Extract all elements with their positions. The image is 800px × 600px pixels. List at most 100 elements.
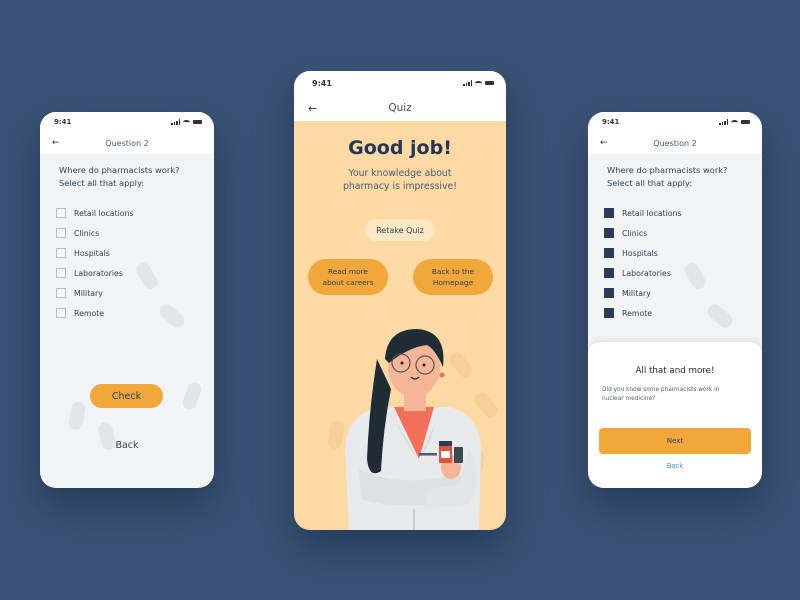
question-text: Where do pharmacists work? Select all th…	[40, 154, 214, 189]
status-bar: 9:41	[294, 71, 506, 95]
back-to-homepage-button[interactable]: Back to the Homepage	[413, 259, 493, 295]
checkbox[interactable]	[56, 288, 66, 298]
option-remote[interactable]: Remote	[604, 303, 762, 323]
signal-icon	[463, 80, 472, 86]
page-title: Question 2	[653, 138, 697, 148]
checkbox-checked[interactable]	[604, 288, 614, 298]
wifi-icon	[183, 119, 190, 125]
options-list: Retail locations Clinics Hospitals Labor…	[40, 189, 214, 323]
retake-quiz-button[interactable]: Retake Quiz	[365, 219, 435, 241]
question-screen-unanswered: 9:41 ← Question 2 Where do pharmacists w…	[40, 112, 214, 488]
option-clinics[interactable]: Clinics	[56, 223, 214, 243]
option-label: Retail locations	[74, 208, 134, 218]
option-clinics[interactable]: Clinics	[604, 223, 762, 243]
feedback-title: All that and more!	[635, 366, 715, 376]
bottle-cap	[439, 441, 452, 446]
arrow-left-icon[interactable]: ←	[600, 138, 608, 148]
option-laboratories[interactable]: Laboratories	[56, 263, 214, 283]
option-military[interactable]: Military	[56, 283, 214, 303]
status-time: 9:41	[54, 118, 72, 126]
back-link[interactable]: Back	[588, 462, 762, 470]
option-label: Laboratories	[622, 268, 671, 278]
battery-icon	[741, 120, 750, 124]
coat-pocket	[419, 453, 437, 456]
arrow-left-icon[interactable]: ←	[308, 102, 317, 115]
quiz-result-screen: 9:41 ← Quiz Good job! Your knowledge abo…	[294, 71, 506, 530]
battery-icon	[193, 120, 202, 124]
option-label: Remote	[622, 308, 653, 318]
question-text: Where do pharmacists work? Select all th…	[588, 154, 762, 189]
checkbox-checked[interactable]	[604, 248, 614, 258]
battery-icon	[485, 81, 494, 85]
button-label: about careers	[322, 278, 374, 287]
question-line: Where do pharmacists work?	[59, 165, 180, 175]
option-label: Clinics	[622, 228, 648, 238]
option-label: Hospitals	[622, 248, 658, 258]
option-retail[interactable]: Retail locations	[56, 203, 214, 223]
option-label: Laboratories	[74, 268, 123, 278]
checkbox-checked[interactable]	[604, 308, 614, 318]
wifi-icon	[475, 80, 482, 86]
question-line: Where do pharmacists work?	[607, 165, 728, 175]
option-label: Retail locations	[622, 208, 682, 218]
option-military[interactable]: Military	[604, 283, 762, 303]
nav-bar: ← Quiz	[294, 95, 506, 121]
feedback-line: nuclear medicine?	[602, 396, 656, 402]
wifi-icon	[731, 119, 738, 125]
nav-bar: ← Question 2	[40, 132, 214, 154]
pharmacist-illustration	[345, 329, 481, 530]
option-label: Military	[74, 288, 103, 298]
option-label: Remote	[74, 308, 105, 318]
checkbox[interactable]	[56, 268, 66, 278]
signal-icon	[171, 119, 180, 125]
earring	[439, 372, 445, 378]
question-instruction: Select all that apply:	[59, 177, 145, 188]
next-button[interactable]: Next	[599, 428, 751, 454]
nav-bar: ← Question 2	[588, 132, 762, 154]
page-title: Question 2	[105, 138, 149, 148]
button-label: Read more	[327, 267, 369, 276]
checkbox[interactable]	[56, 308, 66, 318]
subtext-line: Your knowledge about	[348, 168, 452, 179]
option-label: Military	[622, 288, 651, 298]
check-button[interactable]: Check	[90, 384, 163, 408]
feedback-bottom-sheet: All that and more! Did you know some pha…	[588, 342, 762, 488]
checkbox-checked[interactable]	[604, 268, 614, 278]
options-list: Retail locations Clinics Hospitals Labor…	[588, 189, 762, 323]
bottle-label	[441, 451, 450, 458]
arrow-left-icon[interactable]: ←	[52, 138, 60, 148]
status-bar: 9:41	[40, 112, 214, 132]
status-bar: 9:41	[588, 112, 762, 132]
option-remote[interactable]: Remote	[56, 303, 214, 323]
page-title: Quiz	[388, 102, 412, 114]
result-subtext: Your knowledge about pharmacy is impress…	[294, 167, 506, 193]
checkbox[interactable]	[56, 208, 66, 218]
pill-bottle-icon	[454, 447, 463, 463]
pill-decoration	[180, 380, 204, 412]
read-more-careers-button[interactable]: Read more about careers	[308, 259, 388, 295]
eye	[422, 363, 426, 367]
option-hospitals[interactable]: Hospitals	[56, 243, 214, 263]
option-laboratories[interactable]: Laboratories	[604, 263, 762, 283]
checkbox-checked[interactable]	[604, 208, 614, 218]
pill-decoration	[67, 400, 87, 432]
checkbox[interactable]	[56, 248, 66, 258]
button-label: Back to the	[431, 267, 475, 276]
option-retail[interactable]: Retail locations	[604, 203, 762, 223]
question-instruction: Select all that apply:	[607, 177, 693, 188]
back-link[interactable]: Back	[40, 440, 214, 451]
eye	[400, 361, 404, 365]
checkbox[interactable]	[56, 228, 66, 238]
result-headline: Good job!	[348, 137, 452, 159]
checkbox-checked[interactable]	[604, 228, 614, 238]
option-hospitals[interactable]: Hospitals	[604, 243, 762, 263]
feedback-line: Did you know some pharmacists work in	[602, 387, 720, 393]
button-label: Homepage	[432, 278, 474, 287]
status-time: 9:41	[312, 78, 332, 88]
option-label: Clinics	[74, 228, 100, 238]
signal-icon	[719, 119, 728, 125]
subtext-line: pharmacy is impressive!	[343, 181, 457, 192]
feedback-body: Did you know some pharmacists work in nu…	[602, 386, 750, 404]
status-time: 9:41	[602, 118, 620, 126]
question-screen-answered: 9:41 ← Question 2 Where do pharmacists w…	[588, 112, 762, 488]
